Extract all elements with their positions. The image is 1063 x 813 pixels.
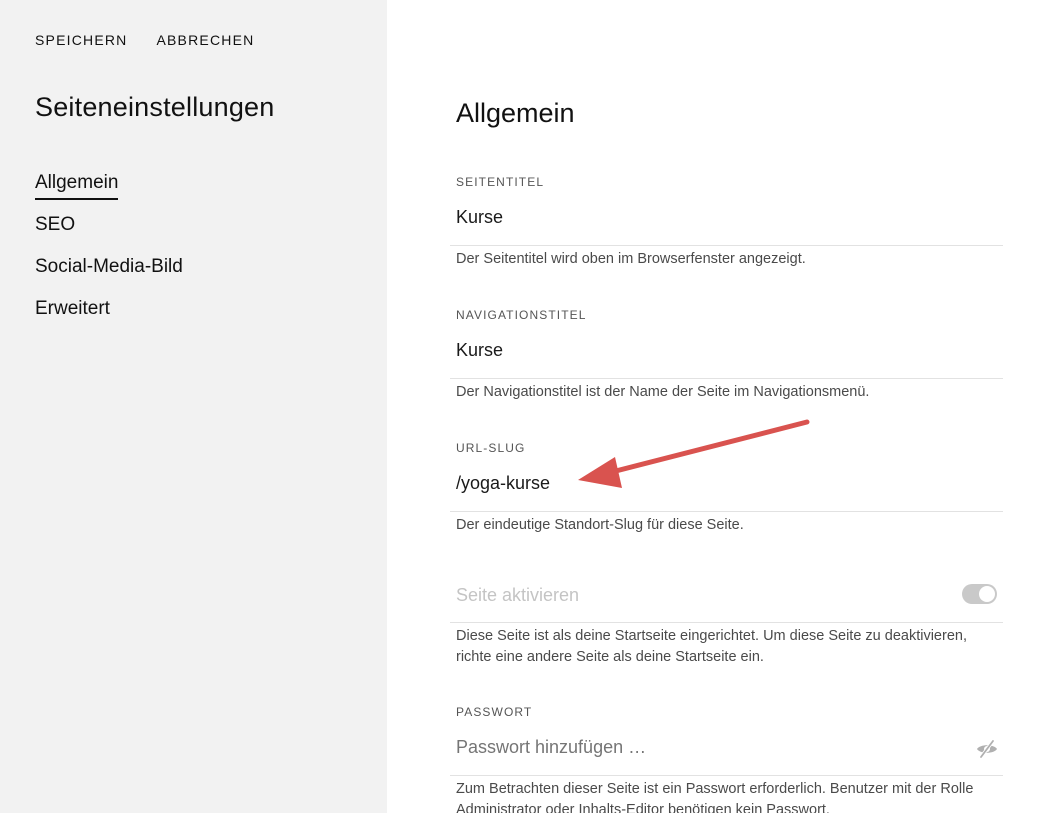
sidebar-item-erweitert[interactable]: Erweitert (35, 297, 183, 339)
sidebar-title: Seiteneinstellungen (35, 92, 275, 122)
page-title-label: SEITENTITEL (456, 175, 545, 189)
nav-title-input[interactable] (456, 340, 1003, 361)
cancel-button[interactable]: ABBRECHEN (156, 32, 254, 48)
url-slug-label: URL-SLUG (456, 441, 526, 455)
page-title-divider (450, 245, 1003, 246)
password-input[interactable] (456, 737, 956, 758)
enable-page-help: Diese Seite ist als deine Startseite ein… (456, 628, 967, 665)
settings-sidebar: SPEICHERN ABBRECHEN Seiteneinstellungen … (0, 0, 387, 813)
enable-page-toggle[interactable] (962, 584, 997, 604)
sidebar-item-label: Allgemein (35, 171, 119, 200)
nav-title-help: Der Navigationstitel ist der Name der Se… (456, 384, 870, 400)
sidebar-item-label: Social-Media-Bild (35, 256, 183, 277)
nav-title-label: NAVIGATIONSTITEL (456, 308, 587, 322)
sidebar-item-label: SEO (35, 214, 76, 235)
top-actions: SPEICHERN ABBRECHEN (35, 32, 254, 48)
enable-page-label: Seite aktivieren (456, 585, 580, 605)
section-title: Allgemein (456, 98, 575, 128)
password-help: Zum Betrachten dieser Seite ist ein Pass… (456, 781, 974, 813)
nav-title-divider (450, 378, 1003, 379)
toggle-knob (979, 586, 995, 602)
eye-off-icon[interactable] (975, 737, 999, 761)
page-title-input[interactable] (456, 207, 1003, 228)
sidebar-item-allgemein[interactable]: Allgemein (35, 171, 183, 213)
password-label: PASSWORT (456, 705, 533, 719)
settings-nav: Allgemein SEO Social-Media-Bild Erweiter… (35, 171, 183, 339)
enable-page-divider (450, 622, 1003, 623)
sidebar-item-seo[interactable]: SEO (35, 213, 183, 255)
page-title-help: Der Seitentitel wird oben im Browserfens… (456, 251, 806, 267)
page-settings-panel: SPEICHERN ABBRECHEN Seiteneinstellungen … (0, 0, 1063, 813)
sidebar-item-label: Erweitert (35, 298, 110, 319)
url-slug-divider (450, 511, 1003, 512)
sidebar-item-social-media-bild[interactable]: Social-Media-Bild (35, 255, 183, 297)
password-divider (450, 775, 1003, 776)
save-button[interactable]: SPEICHERN (35, 32, 127, 48)
url-slug-input[interactable] (456, 473, 1003, 494)
url-slug-help: Der eindeutige Standort-Slug für diese S… (456, 517, 744, 533)
